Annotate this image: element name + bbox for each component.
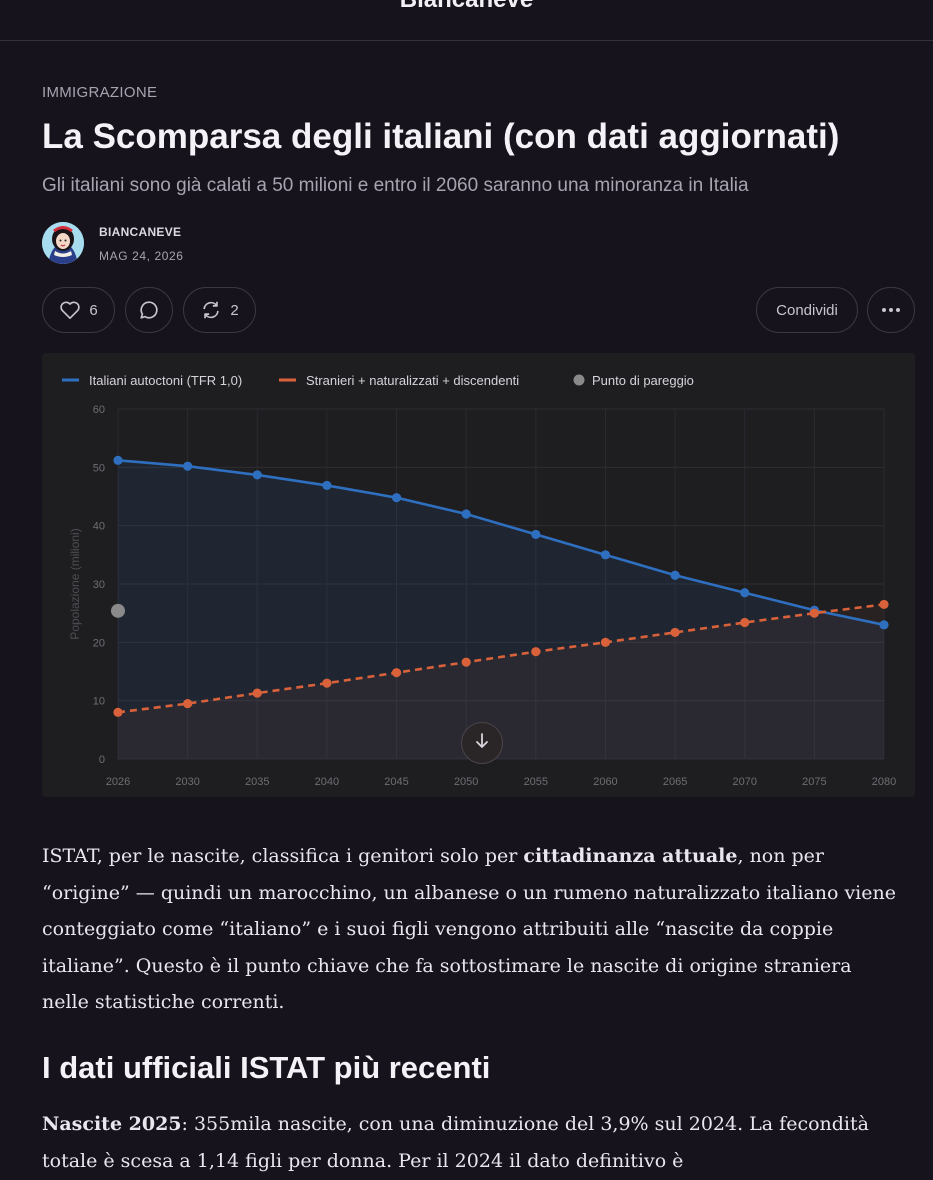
- point-stranieri: [600, 637, 611, 647]
- point-stranieri: [740, 617, 750, 628]
- post-date: MAG 24, 2026: [99, 249, 184, 263]
- site-title[interactable]: Biancaneve: [0, 0, 933, 14]
- x-tick-label: 2065: [663, 776, 687, 788]
- point-pareggio: [111, 603, 125, 618]
- body-bold-text: cittadinanza attuale: [523, 845, 738, 867]
- point-stranieri: [252, 688, 262, 698]
- legend-label: Italiani autoctoni (TFR 1,0): [89, 373, 242, 388]
- y-tick-label: 30: [93, 579, 105, 591]
- like-button[interactable]: 6: [42, 287, 115, 333]
- body-text: ISTAT, per le nascite, classifica i geni…: [42, 845, 524, 867]
- comment-button[interactable]: [125, 287, 173, 333]
- y-tick-label: 60: [93, 404, 105, 416]
- x-tick-label: 2030: [175, 776, 199, 788]
- top-bar: Biancaneve: [0, 0, 933, 41]
- body-paragraph: ISTAT, per le nascite, classifica i geni…: [42, 838, 902, 1021]
- x-tick-label: 2026: [106, 776, 130, 788]
- point-autoctoni: [183, 461, 193, 471]
- y-tick-label: 20: [93, 637, 105, 649]
- y-tick-label: 10: [93, 696, 105, 708]
- share-label: Condividi: [776, 301, 838, 319]
- comment-icon: [138, 299, 160, 321]
- share-button[interactable]: Condividi: [756, 287, 858, 333]
- more-icon: [881, 307, 901, 313]
- x-tick-label: 2040: [315, 776, 339, 788]
- y-axis-label: Popolazione (milioni): [68, 528, 82, 639]
- point-autoctoni: [322, 480, 332, 491]
- point-stranieri: [531, 647, 541, 657]
- post-subtitle: Gli italiani sono già calati a 50 milion…: [42, 175, 749, 196]
- point-autoctoni: [391, 493, 402, 503]
- point-autoctoni: [531, 529, 541, 540]
- point-autoctoni: [252, 470, 262, 480]
- y-tick-label: 40: [93, 521, 105, 533]
- post-title: La Scomparsa degli italiani (con dati ag…: [42, 117, 840, 156]
- point-stranieri: [879, 599, 889, 610]
- point-stranieri: [322, 678, 332, 688]
- body-bold-text: Nascite 2025: [42, 1113, 182, 1135]
- more-button[interactable]: [867, 287, 915, 333]
- heart-icon: [59, 300, 81, 320]
- point-stranieri: [461, 657, 471, 667]
- scroll-down-button[interactable]: [461, 722, 503, 764]
- y-tick-label: 50: [93, 462, 105, 474]
- x-tick-label: 2055: [524, 776, 548, 788]
- author-name[interactable]: BIANCANEVE: [99, 225, 181, 239]
- point-stranieri: [809, 608, 819, 618]
- point-autoctoni: [461, 509, 471, 519]
- point-autoctoni: [879, 620, 889, 630]
- point-stranieri: [670, 627, 680, 638]
- body-paragraph-2: Nascite 2025: 355mila nascite, con una d…: [42, 1106, 902, 1180]
- x-tick-label: 2070: [732, 776, 756, 788]
- section-heading: I dati ufficiali ISTAT più recenti: [42, 1050, 491, 1085]
- point-stranieri: [183, 698, 193, 709]
- legend-swatch: [573, 374, 585, 386]
- x-tick-label: 2060: [593, 776, 617, 788]
- body-text: , non per “origine” — quindi un marocchi…: [42, 845, 896, 1013]
- x-tick-label: 2050: [454, 776, 478, 788]
- x-tick-label: 2035: [245, 776, 269, 788]
- x-tick-label: 2075: [802, 776, 826, 788]
- x-tick-label: 2080: [872, 776, 896, 788]
- restack-button[interactable]: 2: [183, 287, 256, 333]
- x-tick-label: 2045: [384, 776, 408, 788]
- author-avatar[interactable]: [42, 222, 84, 264]
- legend-label: Punto di pareggio: [592, 373, 694, 388]
- arrow-down-icon: [474, 732, 490, 755]
- point-stranieri: [391, 668, 402, 678]
- point-autoctoni: [740, 588, 750, 598]
- point-stranieri: [113, 707, 123, 717]
- restack-count: 2: [230, 301, 239, 319]
- y-tick-label: 0: [99, 754, 105, 766]
- like-count: 6: [89, 301, 98, 319]
- point-autoctoni: [113, 455, 123, 465]
- restack-icon: [200, 299, 222, 321]
- legend-label: Stranieri + naturalizzati + discendenti: [306, 373, 519, 388]
- point-autoctoni: [670, 570, 680, 580]
- point-autoctoni: [600, 550, 611, 560]
- post-section[interactable]: IMMIGRAZIONE: [42, 84, 157, 101]
